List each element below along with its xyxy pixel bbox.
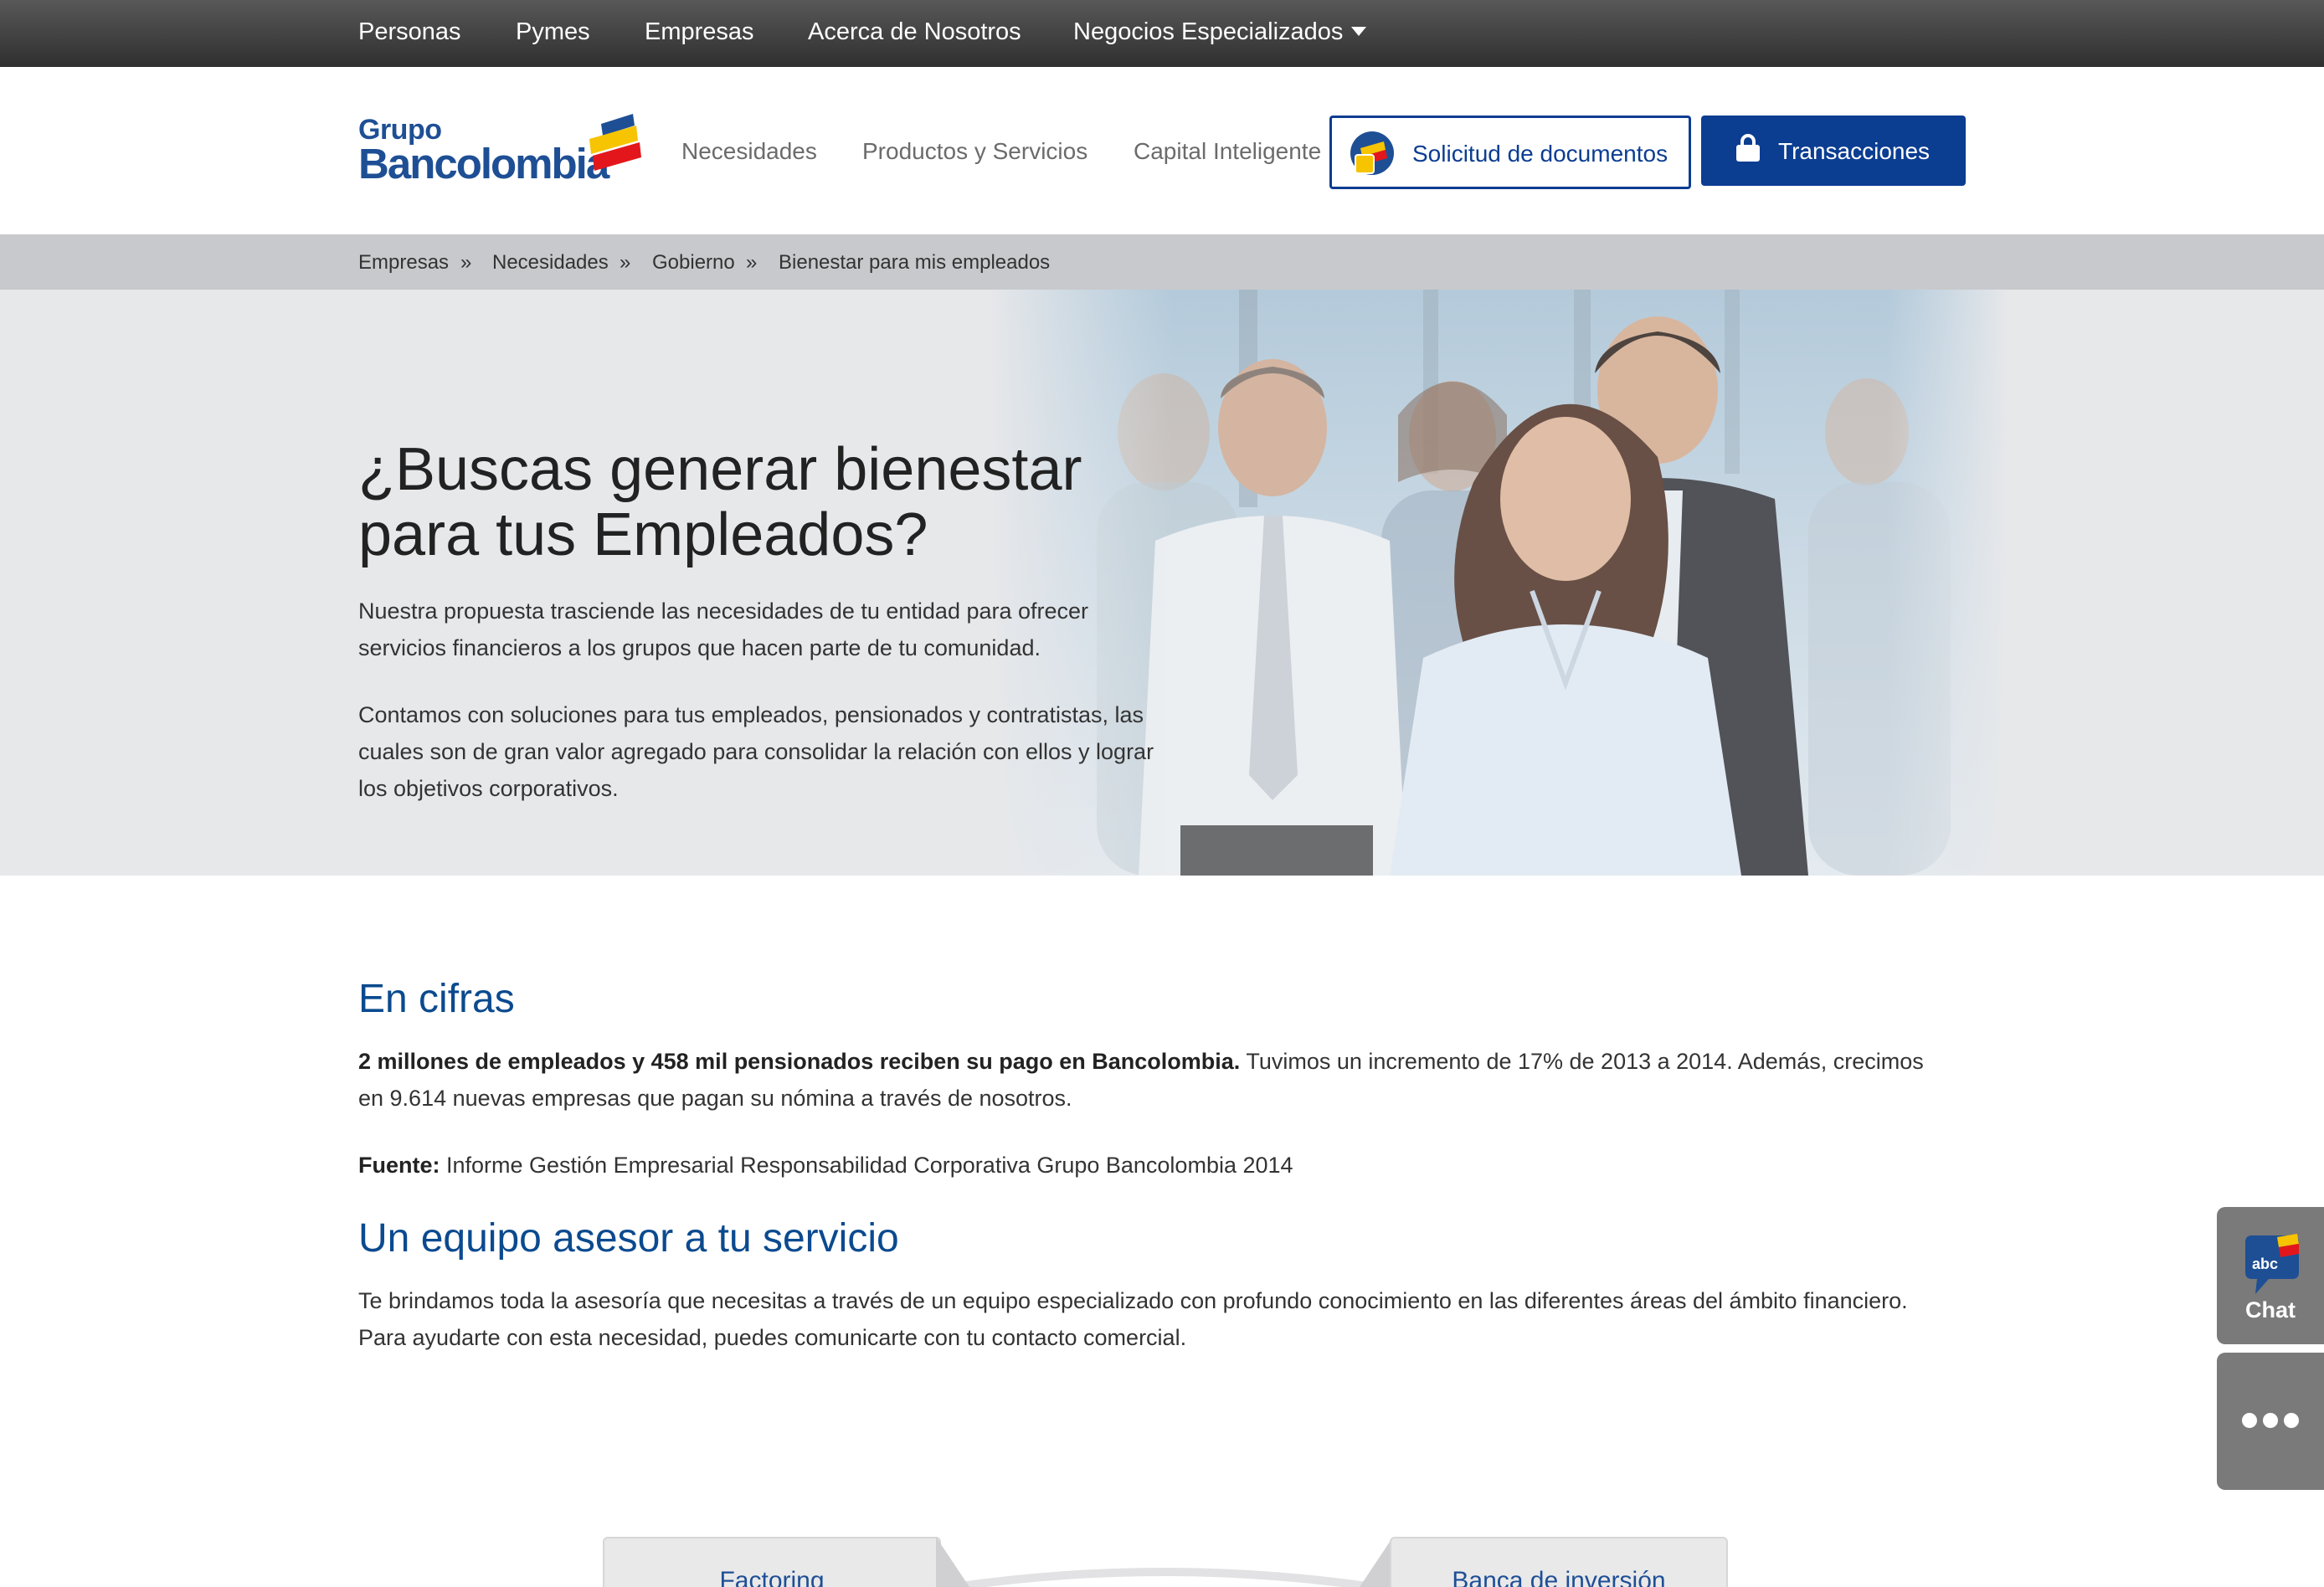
nav-productos-servicios[interactable]: Productos y Servicios xyxy=(862,138,1087,165)
chat-label: Chat xyxy=(2245,1297,2296,1322)
hero-title-line2: para tus Empleados? xyxy=(358,501,928,568)
lock-icon xyxy=(1736,134,1760,162)
en-cifras-paragraph: 2 millones de empleados y 458 mil pensio… xyxy=(358,1043,1949,1117)
chat-bubble-icon: abc xyxy=(2245,1234,2299,1294)
dot-icon xyxy=(2263,1413,2278,1428)
hero-paragraph-2: Contamos con soluciones para tus emplead… xyxy=(358,702,1154,801)
nav-capital-inteligente[interactable]: Capital Inteligente xyxy=(1134,138,1321,165)
tabs-connector-arc xyxy=(954,1568,1374,1587)
topnav-empresas[interactable]: Empresas xyxy=(645,18,754,46)
top-navigation-bar: Personas Pymes Empresas Acerca de Nosotr… xyxy=(0,0,2324,67)
breadcrumb-separator: » xyxy=(746,251,758,274)
documents-icon xyxy=(1350,131,1394,175)
breadcrumb-separator: » xyxy=(460,251,472,274)
caret-down-icon xyxy=(1351,27,1367,36)
chat-widget-button[interactable]: abc Chat xyxy=(2217,1207,2324,1344)
tab-banca-inversion[interactable]: Banca de inversión xyxy=(1390,1537,1728,1587)
breadcrumb-empresas[interactable]: Empresas xyxy=(358,251,449,275)
solicitud-documentos-label: Solicitud de documentos xyxy=(1412,141,1668,167)
nav-necesidades[interactable]: Necesidades xyxy=(681,138,817,165)
topnav-pymes[interactable]: Pymes xyxy=(516,18,590,46)
site-header: Grupo Bancolombia Necesidades Productos … xyxy=(0,67,2324,234)
dot-icon xyxy=(2242,1413,2257,1428)
logo-text-bancolombia: Bancolombia xyxy=(358,140,609,187)
fuente-label: Fuente: xyxy=(358,1153,440,1178)
en-cifras-highlight: 2 millones de empleados y 458 mil pensio… xyxy=(358,1049,1241,1074)
tab-arrow-left-icon xyxy=(1360,1537,1393,1587)
hero-title-line1: ¿Buscas generar bienestar xyxy=(358,436,1082,503)
hero-paragraph-1: Nuestra propuesta trasciende las necesid… xyxy=(358,598,1089,660)
equipo-asesor-heading: Un equipo asesor a tu servicio xyxy=(358,1216,899,1261)
dot-icon xyxy=(2284,1413,2299,1428)
topnav-personas[interactable]: Personas xyxy=(358,18,461,46)
tab-factoring-label: Factoring xyxy=(719,1567,825,1587)
logo-stripes-icon xyxy=(589,114,641,171)
hero-title: ¿Buscas generar bienestar para tus Emple… xyxy=(358,437,1112,568)
fuente-text: Informe Gestión Empresarial Responsabili… xyxy=(440,1153,1293,1178)
breadcrumb-current: Bienestar para mis empleados xyxy=(779,251,1051,274)
hero-banner: ¿Buscas generar bienestar para tus Emple… xyxy=(0,290,2324,876)
chat-badge-text: abc xyxy=(2252,1256,2278,1272)
equipo-asesor-paragraph: Te brindamos toda la asesoría que necesi… xyxy=(358,1288,1908,1350)
transacciones-button[interactable]: Transacciones xyxy=(1701,116,1966,186)
more-options-button[interactable] xyxy=(2217,1353,2324,1490)
en-cifras-heading: En cifras xyxy=(358,977,515,1021)
topnav-negocios-label: Negocios Especializados xyxy=(1073,18,1344,45)
tab-arrow-right-icon xyxy=(936,1537,969,1587)
breadcrumb-gobierno[interactable]: Gobierno xyxy=(652,251,735,275)
solicitud-documentos-button[interactable]: Solicitud de documentos xyxy=(1329,116,1691,189)
breadcrumb-necesidades[interactable]: Necesidades xyxy=(492,251,609,275)
bancolombia-logo[interactable]: Grupo Bancolombia xyxy=(358,114,643,189)
topnav-negocios-especializados[interactable]: Negocios Especializados xyxy=(1073,18,1367,46)
topnav-acerca[interactable]: Acerca de Nosotros xyxy=(808,18,1021,46)
tab-factoring[interactable]: Factoring xyxy=(603,1537,941,1587)
fuente-paragraph: Fuente: Informe Gestión Empresarial Resp… xyxy=(358,1147,1949,1184)
breadcrumb: Empresas » Necesidades » Gobierno » Bien… xyxy=(0,234,2324,290)
tab-banca-inversion-label: Banca de inversión xyxy=(1452,1567,1666,1587)
transacciones-label: Transacciones xyxy=(1778,138,1931,164)
breadcrumb-separator: » xyxy=(620,251,631,274)
